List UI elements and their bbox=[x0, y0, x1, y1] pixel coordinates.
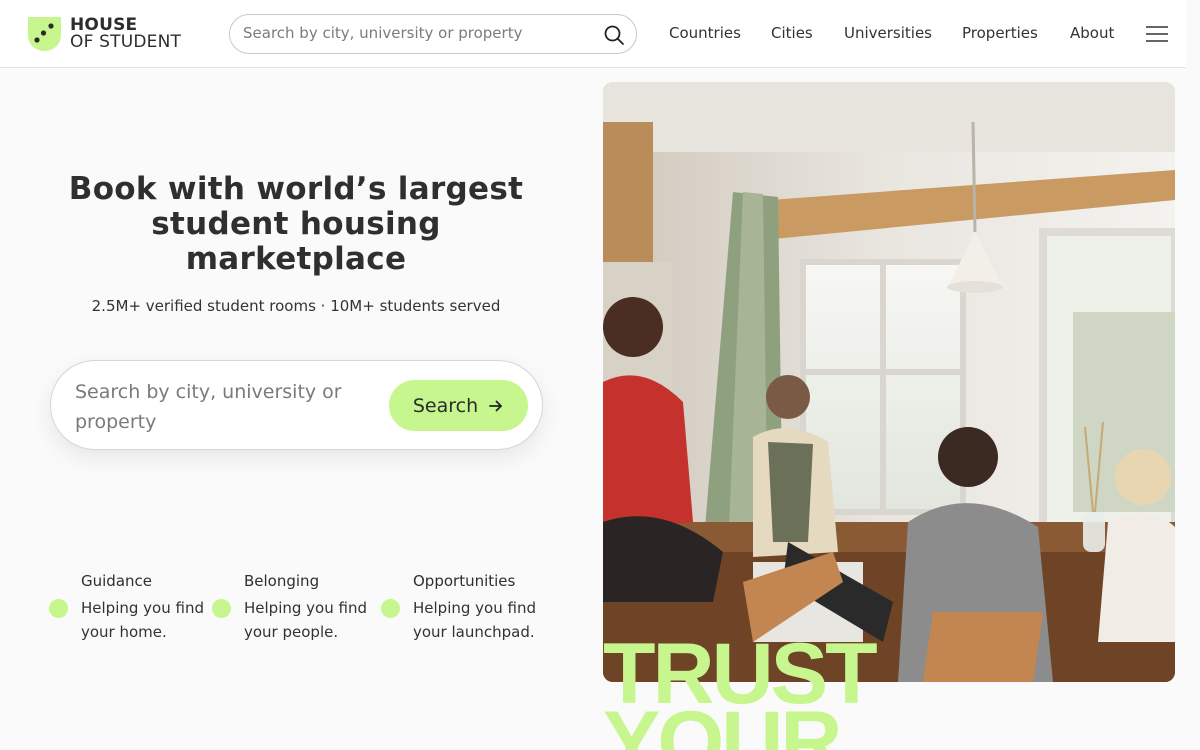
hero-title-line: marketplace bbox=[185, 241, 407, 277]
logo-line-2: OF STUDENT bbox=[70, 31, 182, 52]
feature-dot-icon bbox=[381, 599, 400, 618]
nav-about[interactable]: About bbox=[1070, 24, 1114, 42]
hero-photo bbox=[603, 82, 1175, 682]
feature-dot-icon bbox=[49, 599, 68, 618]
hero-search-input[interactable]: Search by city, university or property bbox=[75, 377, 365, 437]
hero-title-line: Book with world’s largest bbox=[68, 171, 524, 207]
feature-description: Helping you find your home. bbox=[81, 599, 204, 641]
feature-title: Opportunities bbox=[413, 572, 516, 590]
feature-description: Helping you find your people. bbox=[244, 599, 367, 641]
search-icon[interactable] bbox=[603, 24, 625, 46]
nav-cities[interactable]: Cities bbox=[771, 24, 813, 42]
nav-properties[interactable]: Properties bbox=[962, 24, 1038, 42]
logo-line-1: HOUSE bbox=[70, 14, 138, 35]
hero-title-line: student housing bbox=[151, 206, 441, 242]
feature-dot-icon bbox=[212, 599, 231, 618]
hero-search-button-label: Search bbox=[412, 394, 479, 417]
arrow-right-icon bbox=[489, 400, 503, 411]
trust-line-2: YOUR bbox=[603, 694, 842, 750]
hamburger-menu-icon[interactable] bbox=[1145, 24, 1169, 44]
hero-search-button[interactable]: Search bbox=[389, 380, 528, 431]
logo-badge-icon bbox=[26, 15, 63, 52]
brand-logo[interactable]: HOUSE OF STUDENT bbox=[26, 15, 181, 52]
hero-search-box: Search by city, university or property S… bbox=[50, 360, 543, 450]
nav-countries[interactable]: Countries bbox=[669, 24, 741, 42]
hero-title: Book with world’s largest student housin… bbox=[60, 172, 532, 277]
feature-title: Belonging bbox=[244, 572, 320, 590]
logo-wordmark: HOUSE OF STUDENT bbox=[70, 14, 182, 52]
site-header: HOUSE OF STUDENT Countries Cities Univer… bbox=[0, 0, 1186, 68]
feature-description: Helping you find your launchpad. bbox=[413, 599, 536, 641]
nav-universities[interactable]: Universities bbox=[844, 24, 932, 42]
hero-subtitle: 2.5M+ verified student rooms · 10M+ stud… bbox=[91, 297, 501, 315]
header-search-input[interactable] bbox=[243, 24, 593, 42]
trust-your-headline: TRUST YOUR bbox=[603, 631, 878, 750]
feature-title: Guidance bbox=[81, 572, 152, 590]
header-search bbox=[229, 14, 637, 54]
